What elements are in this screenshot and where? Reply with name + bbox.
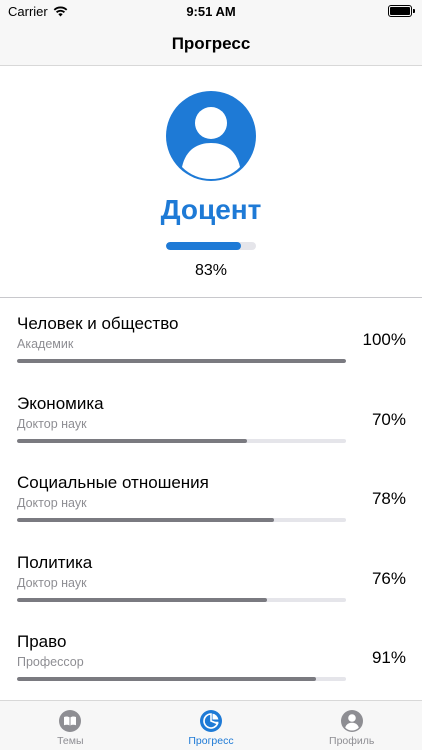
avatar <box>166 91 256 181</box>
overall-progress-fill <box>166 242 241 250</box>
tab-label: Профиль <box>329 735 375 747</box>
rank-title: Доцент <box>160 194 262 225</box>
topic-progress-fill <box>17 597 268 602</box>
pie-chart-icon <box>200 710 222 732</box>
topic-name: Экономика <box>17 393 104 413</box>
navigation-bar: Прогресс <box>0 22 422 66</box>
tab-bar: Темы Прогресс Профиль <box>0 700 422 750</box>
topic-level: Академик <box>17 337 74 351</box>
topic-percent: 76% <box>371 568 406 588</box>
battery-icon <box>388 5 415 17</box>
topic-name: Социальные отношения <box>17 473 209 492</box>
overall-progress-bar <box>166 242 256 250</box>
topic-progress-bar <box>17 359 346 363</box>
topic-level: Доктор наук <box>17 575 87 590</box>
status-time: 9:51 AM <box>186 4 236 19</box>
list-item[interactable]: Политика Доктор наук 76% <box>0 537 422 617</box>
list-item[interactable]: Экономика Доктор наук 70% <box>0 378 422 458</box>
tab-profile[interactable]: Профиль <box>281 701 422 750</box>
tab-progress[interactable]: Прогресс <box>141 701 282 750</box>
overall-percent: 83% <box>194 262 228 279</box>
topic-level: Профессор <box>17 655 84 669</box>
topic-percent: 100% <box>362 330 406 349</box>
topic-name: Право <box>17 632 67 651</box>
status-bar: Carrier 9:51 AM <box>0 0 422 22</box>
topic-level: Доктор наук <box>17 416 87 431</box>
topic-progress-bar <box>17 597 346 602</box>
topic-percent: 78% <box>371 489 406 508</box>
topics-list: Человек и общество Академик 100% Экономи… <box>0 298 422 700</box>
tab-label: Прогресс <box>188 735 234 747</box>
tab-label: Темы <box>57 735 84 747</box>
topic-progress-fill <box>17 677 317 681</box>
list-item[interactable]: Человек и общество Академик 100% <box>0 298 422 378</box>
book-icon <box>59 710 82 732</box>
page-title: Прогресс <box>171 34 251 53</box>
topic-progress-fill <box>17 359 346 363</box>
user-silhouette-icon <box>182 107 240 179</box>
person-icon <box>340 710 363 732</box>
topic-progress-fill <box>17 518 274 522</box>
topic-progress-bar <box>17 438 346 443</box>
topic-progress-bar <box>17 677 346 681</box>
list-item[interactable]: Социальные отношения Доктор наук 78% <box>0 457 422 537</box>
topic-percent: 70% <box>371 409 406 429</box>
tab-topics[interactable]: Темы <box>0 701 141 750</box>
list-item[interactable]: Право Профессор 91% <box>0 616 422 696</box>
topic-progress-fill <box>17 438 248 443</box>
topic-level: Доктор наук <box>17 496 87 510</box>
topic-percent: 91% <box>371 648 406 667</box>
topic-name: Человек и общество <box>17 314 179 333</box>
profile-header: Доцент 83% <box>0 66 422 298</box>
status-right <box>388 5 415 17</box>
topic-progress-bar <box>17 518 346 522</box>
topic-name: Политика <box>17 552 93 572</box>
